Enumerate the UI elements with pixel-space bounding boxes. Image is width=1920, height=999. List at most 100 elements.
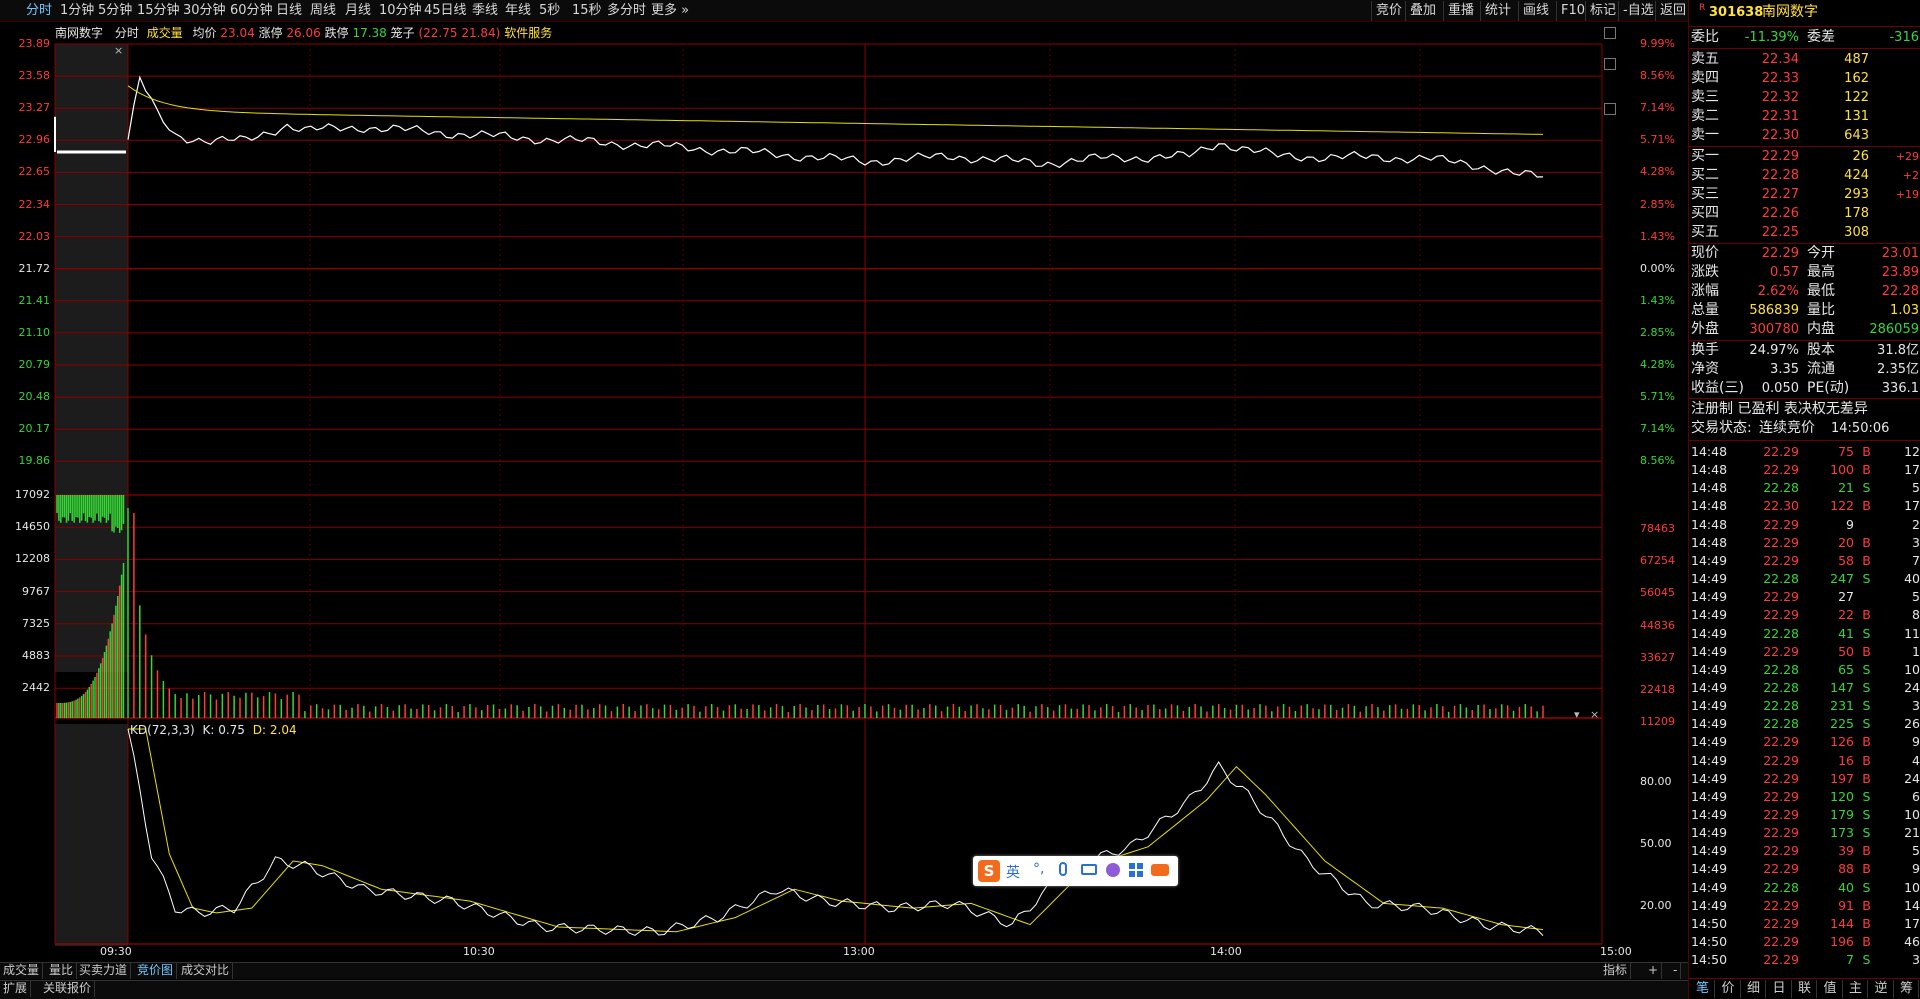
indicator-control-0[interactable]: 指标 — [1600, 962, 1632, 979]
period-tab-0[interactable]: 分时 — [26, 0, 52, 22]
game-icon[interactable] — [1151, 864, 1169, 876]
trade-volume: 179 — [1830, 807, 1854, 822]
punctuation-icon[interactable]: °, — [1033, 861, 1044, 877]
trade-row: 14:50 22.29 7 S 3 — [1689, 951, 1920, 969]
registration-flag: R — [1699, 3, 1706, 13]
indicator-control-1[interactable]: + — [1645, 962, 1663, 979]
ime-lang-toggle[interactable]: 英 — [1006, 862, 1020, 882]
panel-tab-2[interactable]: 细 — [1742, 980, 1766, 998]
panel-tab-3[interactable]: 日 — [1768, 980, 1792, 998]
level-change: +29 — [1895, 150, 1919, 163]
trade-count: 40 — [1904, 571, 1920, 587]
trade-row: 14:49 22.28 41 S 11 — [1689, 625, 1920, 643]
level-label: 卖三 — [1691, 89, 1719, 105]
toolbar-button-8[interactable]: 返回 — [1655, 1, 1690, 21]
toolbar-button-1[interactable]: 叠加 — [1405, 1, 1440, 21]
panel-toggle-icon[interactable] — [1604, 58, 1616, 70]
skin-icon[interactable] — [1106, 863, 1120, 877]
level-volume: 122 — [1844, 90, 1869, 105]
indicator-tab-1[interactable]: 量比 — [46, 962, 78, 979]
trade-row: 14:49 22.29 58 B 7 — [1689, 552, 1920, 570]
close-icon[interactable]: × — [114, 44, 123, 57]
panel-tab-8[interactable]: 筹 — [1895, 980, 1919, 998]
pct-axis-label: 1.43% — [1640, 229, 1675, 243]
stat-label: 收益(三) — [1691, 380, 1744, 396]
microphone-icon[interactable] — [1059, 862, 1067, 876]
toolbar-button-6[interactable]: 标记 — [1585, 1, 1620, 21]
stat-label: 外盘 — [1691, 321, 1719, 337]
toolbar-button-0[interactable]: 竞价 — [1371, 1, 1406, 21]
indicator-tab-3[interactable]: 竞价图 — [134, 962, 178, 979]
toolbox-icon[interactable] — [1129, 863, 1143, 877]
period-tab-15[interactable]: 多分时 — [607, 0, 646, 22]
stat-row: 净资 3.35 流通 2.35亿 — [1689, 360, 1920, 379]
period-tab-14[interactable]: 15秒 — [572, 0, 602, 22]
extension-tab-0[interactable]: 扩展 — [0, 980, 32, 997]
cage-value: (22.75 21.84) — [418, 26, 501, 40]
level-change: +2 — [1902, 169, 1919, 182]
avg-value: 23.04 — [220, 26, 255, 40]
d-label: D: — [252, 723, 267, 737]
indicator-control-2[interactable]: - — [1670, 962, 1682, 979]
indicator-tab-2[interactable]: 买卖力道 — [76, 962, 132, 979]
wc-value: -316 — [1889, 30, 1919, 45]
toolbar-button-7[interactable]: -自选 — [1618, 1, 1658, 21]
level-price: 22.33 — [1761, 71, 1799, 86]
period-tab-7[interactable]: 周线 — [310, 0, 336, 22]
panel-tab-1[interactable]: 价 — [1717, 980, 1741, 998]
level-label: 卖一 — [1691, 127, 1719, 143]
trade-count: 17 — [1904, 498, 1920, 514]
expand-icon[interactable] — [1604, 27, 1616, 39]
period-tab-4[interactable]: 30分钟 — [183, 0, 226, 22]
panel-tab-6[interactable]: 主 — [1844, 980, 1868, 998]
keyboard-icon[interactable] — [1081, 864, 1097, 875]
period-tab-11[interactable]: 季线 — [472, 0, 498, 22]
period-tab-13[interactable]: 5秒 — [539, 0, 560, 22]
pct-axis-label: 2.85% — [1640, 197, 1675, 211]
trade-price: 22.29 — [1763, 952, 1799, 968]
period-tab-6[interactable]: 日线 — [276, 0, 302, 22]
limit-down-value: 17.38 — [352, 26, 387, 40]
period-tab-12[interactable]: 年线 — [505, 0, 531, 22]
trade-side: S — [1862, 571, 1871, 587]
panel-toggle-icon[interactable] — [1604, 103, 1616, 115]
trade-time: 14:49 — [1691, 661, 1728, 677]
period-tab-5[interactable]: 60分钟 — [230, 0, 273, 22]
indicator-tab-4[interactable]: 成交对比 — [178, 962, 234, 979]
price-axis-label: 21.10 — [18, 325, 51, 339]
trade-price: 22.29 — [1763, 770, 1799, 786]
level-price: 22.30 — [1761, 128, 1799, 143]
stock-name: 南网数字 — [1762, 4, 1818, 20]
period-tab-1[interactable]: 1分钟 — [60, 0, 94, 22]
trade-price: 22.29 — [1763, 462, 1799, 478]
intraday-chart[interactable] — [0, 22, 1688, 962]
indicator-tab-0[interactable]: 成交量 — [0, 962, 44, 979]
chevron-down-icon[interactable]: ▾ — [1574, 708, 1580, 721]
period-tab-10[interactable]: 45日线 — [424, 0, 467, 22]
volume-axis-right-label: 22418 — [1640, 683, 1675, 696]
level-volume: 308 — [1844, 225, 1869, 240]
ime-toolbar[interactable]: S 英 °, — [973, 856, 1178, 886]
extension-tab-1[interactable]: 关联报价 — [40, 980, 96, 997]
panel-tab-4[interactable]: 联 — [1793, 980, 1817, 998]
panel-tab-5[interactable]: 值 — [1819, 980, 1843, 998]
period-toolbar: 分时 1分钟 5分钟 15分钟 30分钟 60分钟 日线 周线 月线 10分钟 45日线 季线 年线 5秒… — [0, 0, 1688, 22]
close-icon[interactable]: × — [1590, 708, 1599, 721]
trade-side: B — [1862, 462, 1871, 478]
toolbar-button-4[interactable]: 画线 — [1518, 1, 1553, 21]
stat-row: 总量 586839 量比 1.03 — [1689, 301, 1920, 320]
period-tab-2[interactable]: 5分钟 — [98, 0, 132, 22]
kd-axis-label: 50.00 — [1640, 837, 1672, 850]
toolbar-button-2[interactable]: 重播 — [1443, 1, 1478, 21]
panel-tab-0[interactable]: 笔 — [1691, 980, 1715, 998]
period-tab-16[interactable]: 更多 » — [651, 0, 689, 22]
period-tab-3[interactable]: 15分钟 — [137, 0, 180, 22]
buy-level-row: 买二 22.28 424 +2 — [1689, 166, 1920, 185]
period-tab-9[interactable]: 10分钟 — [379, 0, 422, 22]
panel-tab-7[interactable]: 逆 — [1870, 980, 1894, 998]
trade-count: 5 — [1912, 843, 1920, 859]
toolbar-button-3[interactable]: 统计 — [1480, 1, 1515, 21]
period-tab-8[interactable]: 月线 — [345, 0, 371, 22]
trade-time: 14:49 — [1691, 752, 1728, 768]
trade-price: 22.28 — [1763, 625, 1799, 641]
